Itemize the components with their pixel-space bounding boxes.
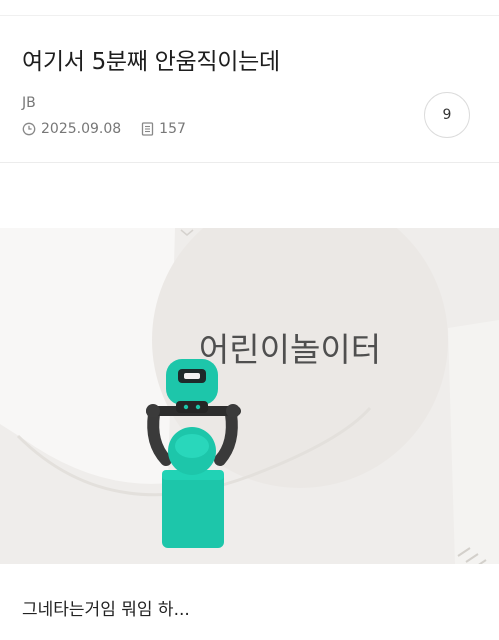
map-robot-illustration: 어린이놀이터 <box>0 228 499 564</box>
post-author[interactable]: JB <box>22 95 36 111</box>
map-label: 어린이놀이터 <box>199 330 381 369</box>
post-body-text: 그네타는거임 뭐임 하... <box>22 600 190 620</box>
post-title: 여기서 5분째 안움직이는데 <box>22 49 280 75</box>
post-meta: 2025.09.08 157 <box>22 121 186 137</box>
comment-count: 9 <box>442 107 452 123</box>
header-divider <box>0 162 499 163</box>
comment-count-button[interactable]: 9 <box>424 92 470 138</box>
post-views: 157 <box>159 121 186 137</box>
clock-icon <box>22 122 36 136</box>
post-date: 2025.09.08 <box>41 121 122 137</box>
document-icon <box>141 122 154 136</box>
top-divider <box>0 15 499 16</box>
post-image: 어린이놀이터 <box>0 228 499 564</box>
